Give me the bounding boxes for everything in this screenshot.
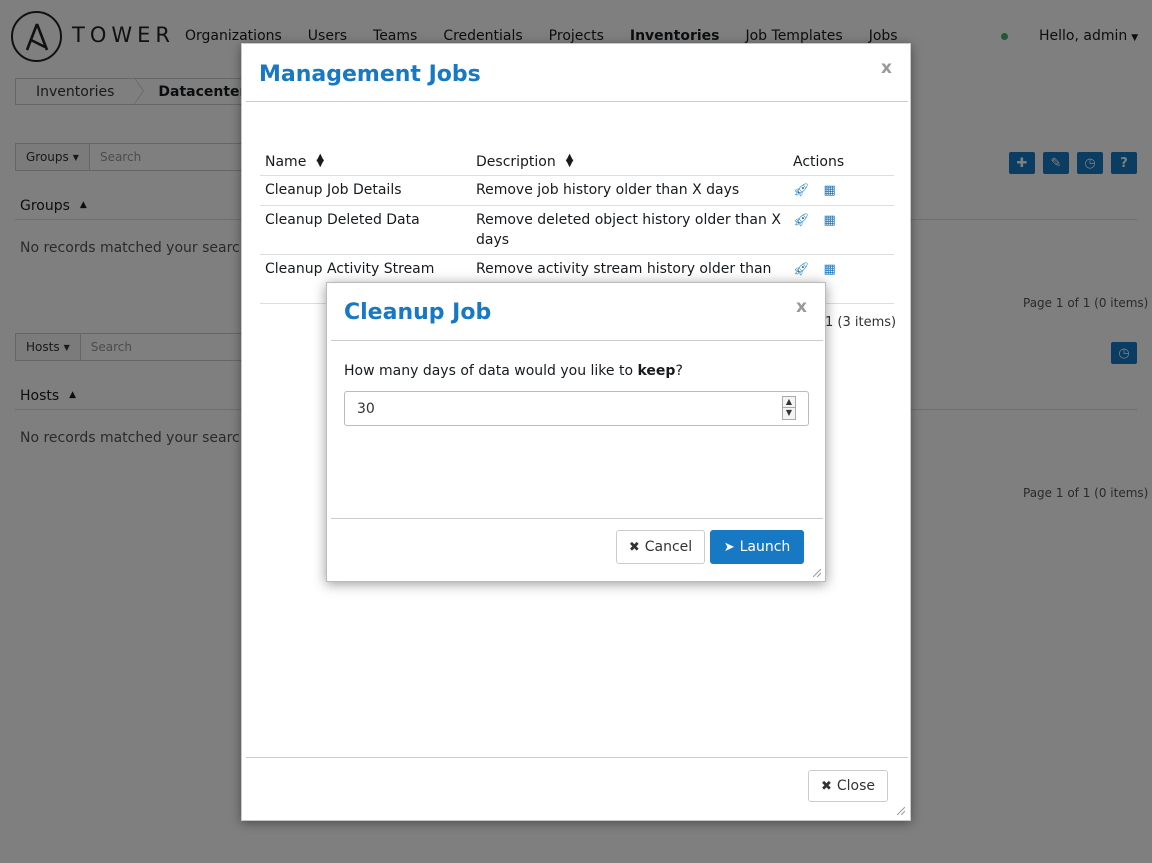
table-row: Cleanup Job Details Remove job history o… <box>260 175 894 206</box>
column-header-name[interactable]: Name ▲ ▼ <box>260 149 471 176</box>
cleanup-job-modal: Cleanup Job x How many days of data woul… <box>326 282 826 582</box>
resize-grip-icon[interactable] <box>813 569 821 577</box>
spin-up-icon[interactable]: ▲ <box>782 396 796 408</box>
row-actions: 🚀︎ ▦ <box>788 175 894 206</box>
rocket-icon[interactable]: 🚀︎ <box>793 260 810 280</box>
job-name: Cleanup Deleted Data <box>260 205 471 255</box>
sort-icon: ▲ ▼ <box>316 151 325 169</box>
close-icon[interactable]: x <box>796 297 807 317</box>
prompt-emphasis: keep <box>637 363 676 379</box>
resize-grip-icon[interactable] <box>897 807 905 815</box>
modal-title: Management Jobs <box>259 62 481 87</box>
management-jobs-table: Name ▲ ▼ Description ▲ ▼ Actions Cleanup Job… <box>260 149 894 304</box>
close-button[interactable]: ✖ Close <box>808 770 888 802</box>
prompt-end: ? <box>675 363 683 379</box>
spin-down-icon[interactable]: ▼ <box>782 408 796 420</box>
row-actions: 🚀︎ ▦ <box>788 205 894 255</box>
rocket-icon[interactable]: 🚀︎ <box>793 181 810 201</box>
table-row: Cleanup Deleted Data Remove deleted obje… <box>260 205 894 255</box>
divider <box>331 518 823 519</box>
management-jobs-pager: 1 (3 items) <box>825 315 897 330</box>
prompt-text: How many days of data would you like to <box>344 363 638 379</box>
close-button-label: Close <box>836 778 876 794</box>
calendar-icon[interactable]: ▦ <box>824 181 836 201</box>
launch-button-label: Launch <box>739 539 791 555</box>
days-value: 30 <box>357 400 375 417</box>
job-description: Remove job history older than X days <box>471 175 788 206</box>
times-icon: ✖ <box>820 778 832 794</box>
number-spinner[interactable]: ▲ ▼ <box>782 396 796 421</box>
calendar-icon[interactable]: ▦ <box>824 260 836 280</box>
column-description-label: Description <box>476 153 556 170</box>
divider <box>331 340 823 341</box>
column-header-actions: Actions <box>788 149 894 176</box>
job-description: Remove deleted object history older than… <box>471 205 788 255</box>
divider <box>246 101 908 102</box>
sort-icon: ▲ ▼ <box>565 151 574 169</box>
rocket-icon: ➤ <box>723 539 735 555</box>
cancel-button[interactable]: ✖ Cancel <box>616 530 705 564</box>
days-prompt: How many days of data would you like to … <box>344 363 683 379</box>
cancel-button-label: Cancel <box>644 539 693 555</box>
times-icon: ✖ <box>628 539 640 555</box>
days-number-input[interactable]: 30 ▲ ▼ <box>344 391 809 426</box>
column-name-label: Name <box>265 153 307 170</box>
column-header-description[interactable]: Description ▲ ▼ <box>471 149 788 176</box>
launch-button[interactable]: ➤ Launch <box>710 530 804 564</box>
divider <box>246 757 908 758</box>
calendar-icon[interactable]: ▦ <box>824 211 836 231</box>
modal-title: Cleanup Job <box>344 300 492 325</box>
rocket-icon[interactable]: 🚀︎ <box>793 211 810 231</box>
job-name: Cleanup Job Details <box>260 175 471 206</box>
close-icon[interactable]: x <box>881 58 892 78</box>
